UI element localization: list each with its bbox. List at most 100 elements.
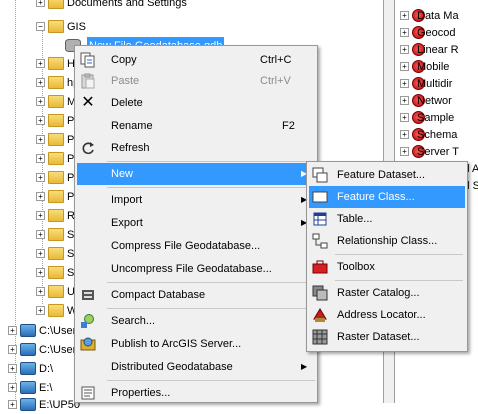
properties-icon <box>80 385 96 401</box>
submenu-item-raster-catalog[interactable]: Raster Catalog... <box>309 282 465 304</box>
folder-icon <box>48 76 64 89</box>
folder-icon <box>48 57 64 70</box>
folder-icon <box>48 114 64 127</box>
expand-icon[interactable]: + <box>36 116 45 125</box>
expand-icon[interactable]: + <box>36 211 45 220</box>
menu-item-paste[interactable]: Paste Ctrl+V <box>77 70 315 92</box>
expand-icon[interactable]: + <box>36 59 45 68</box>
new-submenu: Feature Dataset... Feature Class... Tabl… <box>306 161 468 352</box>
delete-icon: ✕ <box>81 94 95 111</box>
folder-connection-icon <box>20 324 36 337</box>
menu-item-publish[interactable]: Publish to ArcGIS Server... <box>77 333 315 355</box>
folder-icon <box>48 20 64 33</box>
submenu-item-feature-dataset[interactable]: Feature Dataset... <box>309 164 465 186</box>
paste-icon <box>80 73 96 89</box>
menu-separator <box>335 254 463 255</box>
menu-separator <box>107 308 315 309</box>
compact-icon <box>80 287 96 303</box>
folder-icon <box>48 247 64 260</box>
menu-item-uncompress[interactable]: Uncompress File Geodatabase... <box>77 258 315 280</box>
menu-item-export[interactable]: Export ▶ <box>77 212 315 234</box>
submenu-item-toolbox[interactable]: Toolbox <box>309 256 465 278</box>
menu-item-distributed[interactable]: Distributed Geodatabase ▶ <box>77 356 315 378</box>
menu-separator <box>335 280 463 281</box>
expand-icon[interactable]: + <box>36 306 45 315</box>
menu-separator <box>107 187 315 188</box>
menu-separator <box>107 282 315 283</box>
relationship-class-icon <box>312 233 328 249</box>
folder-icon <box>48 285 64 298</box>
submenu-item-raster-dataset[interactable]: Raster Dataset... <box>309 326 465 348</box>
expand-icon[interactable]: + <box>36 78 45 87</box>
menu-separator <box>107 380 315 381</box>
folder-icon <box>48 304 64 317</box>
menu-item-import[interactable]: Import ▶ <box>77 189 315 211</box>
folder-icon <box>48 0 64 9</box>
menu-item-delete[interactable]: ✕ Delete <box>77 92 315 114</box>
menu-item-rename[interactable]: Rename F2 <box>77 115 315 137</box>
menu-item-properties[interactable]: Properties... <box>77 382 315 404</box>
expand-icon[interactable]: + <box>36 287 45 296</box>
submenu-item-table[interactable]: Table... <box>309 208 465 230</box>
menu-item-compact[interactable]: Compact Database <box>77 284 315 306</box>
folder-connection-icon <box>20 381 36 394</box>
menu-item-refresh[interactable]: Refresh <box>77 137 315 159</box>
folder-connection-icon <box>20 343 36 356</box>
expand-icon[interactable]: + <box>36 0 45 7</box>
raster-catalog-icon <box>312 285 328 301</box>
address-locator-icon <box>312 307 328 323</box>
expand-icon[interactable]: + <box>400 130 409 139</box>
publish-icon <box>80 336 96 352</box>
folder-icon <box>48 133 64 146</box>
expand-icon[interactable]: + <box>36 97 45 106</box>
expand-icon[interactable]: + <box>8 345 17 354</box>
expand-icon[interactable]: + <box>400 96 409 105</box>
menu-separator <box>107 161 315 162</box>
menu-item-search[interactable]: Search... <box>77 310 315 332</box>
expand-icon[interactable]: + <box>36 135 45 144</box>
context-menu: Copy Ctrl+C Paste Ctrl+V ✕ Delete Rename… <box>74 45 318 403</box>
expand-icon[interactable]: + <box>400 62 409 71</box>
expand-icon[interactable]: + <box>8 364 17 373</box>
raster-dataset-icon <box>312 329 328 345</box>
search-icon <box>80 313 96 329</box>
refresh-icon <box>80 140 96 156</box>
expand-icon[interactable]: + <box>400 79 409 88</box>
submenu-arrow-icon: ▶ <box>301 362 308 371</box>
menu-item-new[interactable]: New ▶ <box>77 163 315 185</box>
expand-icon[interactable]: + <box>400 113 409 122</box>
folder-icon <box>48 190 64 203</box>
submenu-item-feature-class[interactable]: Feature Class... <box>309 186 465 208</box>
expand-icon[interactable]: + <box>8 400 17 409</box>
folder-icon <box>48 266 64 279</box>
expand-icon[interactable]: + <box>36 192 45 201</box>
menu-item-compress[interactable]: Compress File Geodatabase... <box>77 235 315 257</box>
folder-connection-icon <box>20 398 36 411</box>
submenu-item-address-locator[interactable]: Address Locator... <box>309 304 465 326</box>
expand-icon[interactable]: + <box>400 11 409 20</box>
expand-icon[interactable]: + <box>400 45 409 54</box>
feature-dataset-icon <box>312 167 328 183</box>
expand-icon[interactable]: + <box>36 268 45 277</box>
expand-icon[interactable]: + <box>400 147 409 156</box>
toolbox-icon <box>312 259 328 275</box>
expand-icon[interactable]: + <box>36 230 45 239</box>
expand-icon[interactable]: + <box>36 249 45 258</box>
expand-icon[interactable]: + <box>8 383 17 392</box>
feature-class-icon <box>312 189 328 205</box>
folder-icon <box>48 228 64 241</box>
folder-icon <box>48 171 64 184</box>
submenu-item-relationship-class[interactable]: Relationship Class... <box>309 230 465 252</box>
expand-icon[interactable]: + <box>36 173 45 182</box>
folder-icon <box>48 152 64 165</box>
expand-icon[interactable]: + <box>8 326 17 335</box>
copy-icon <box>80 52 96 68</box>
folder-icon <box>48 95 64 108</box>
menu-item-copy[interactable]: Copy Ctrl+C <box>77 49 315 71</box>
collapse-icon[interactable]: − <box>36 22 45 31</box>
tree-line <box>15 0 16 403</box>
folder-icon <box>48 209 64 222</box>
expand-icon[interactable]: + <box>36 154 45 163</box>
expand-icon[interactable]: + <box>400 28 409 37</box>
folder-connection-icon <box>20 362 36 375</box>
